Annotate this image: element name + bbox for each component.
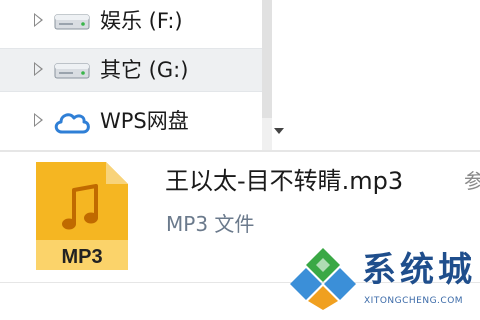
expand-arrow-icon[interactable] — [34, 62, 43, 76]
drive-icon — [54, 14, 90, 30]
scroll-down-arrow-icon[interactable] — [274, 128, 284, 134]
expand-arrow-icon[interactable] — [34, 113, 43, 127]
file-type: MP3 文件 — [166, 212, 255, 236]
watermark-title: 系统城 — [362, 250, 476, 290]
watermark: 系统城 XITONGCHENG.COM — [288, 236, 480, 320]
truncated-label: 参 — [464, 169, 480, 193]
watermark-url: XITONGCHENG.COM — [364, 296, 464, 306]
nav-item-drive-g[interactable]: 其它 (G:) — [0, 48, 262, 92]
expand-arrow-icon[interactable] — [34, 13, 43, 27]
scroll-thumb[interactable] — [262, 0, 272, 118]
drive-icon — [54, 63, 90, 79]
nav-item-drive-f[interactable]: 娱乐 (F:) — [0, 0, 262, 42]
nav-item-wps-cloud[interactable]: WPS网盘 — [0, 100, 262, 142]
nav-item-label: 娱乐 (F:) — [100, 9, 183, 33]
cloud-icon — [54, 113, 90, 134]
watermark-logo-icon — [290, 248, 356, 310]
file-name: 王以太-目不转睛.mp3 — [165, 167, 404, 195]
nav-item-label: 其它 (G:) — [100, 58, 189, 82]
nav-scrollbar[interactable] — [262, 0, 272, 150]
mp3-file-icon: MP3 — [36, 162, 128, 270]
nav-item-label: WPS网盘 — [100, 109, 189, 133]
file-list-area — [296, 0, 480, 150]
navigation-pane: 娱乐 (F:) 其它 (G:) WPS网盘 — [0, 0, 272, 150]
mp3-icon-label: MP3 — [61, 246, 102, 268]
